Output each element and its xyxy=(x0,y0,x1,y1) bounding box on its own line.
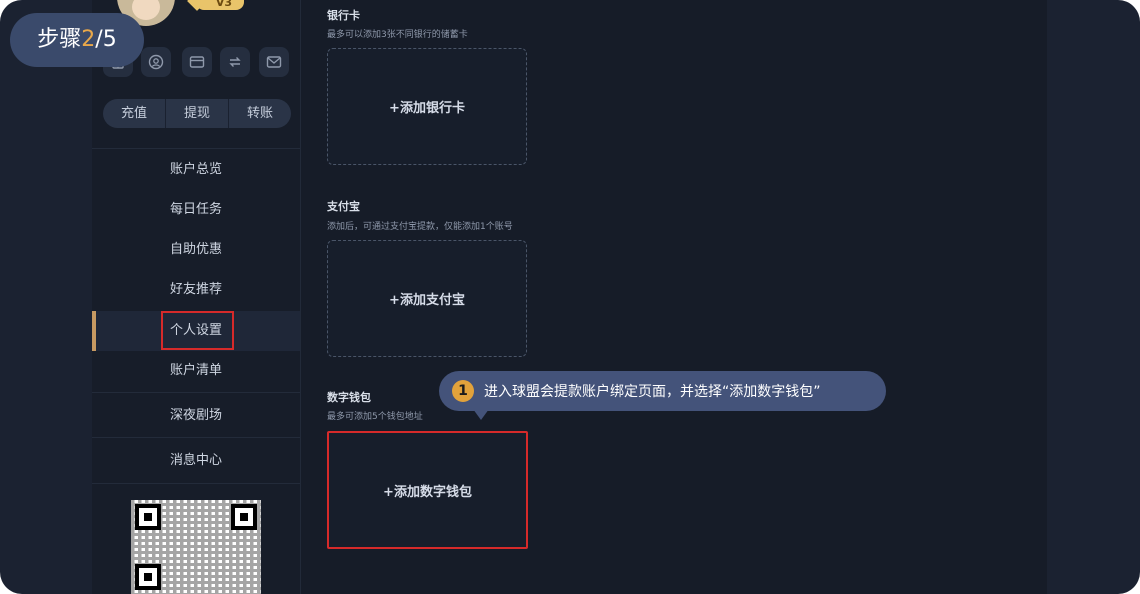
menu-item-referral[interactable]: 好友推荐 xyxy=(92,270,300,310)
vip-level-badge: V3 xyxy=(196,0,244,10)
add-alipay-label: +添加支付宝 xyxy=(389,293,465,308)
menu-item-statement[interactable]: 账户清单 xyxy=(92,351,300,391)
step-current: 2 xyxy=(81,27,96,52)
alipay-section-title: 支付宝 xyxy=(327,200,360,213)
menu-item-theater[interactable]: 深夜剧场 xyxy=(92,396,300,436)
divider xyxy=(92,483,300,484)
bank-section-subtitle: 最多可以添加3张不同银行的储蓄卡 xyxy=(327,30,468,40)
app-frame: V3 充值 提现 转账 账户总览 每日任务 自助优惠 好友推荐 个人设置 账户清… xyxy=(0,0,1140,594)
step-indicator: 步骤2/5 xyxy=(10,13,144,67)
withdraw-button[interactable]: 提现 xyxy=(166,99,229,128)
menu-item-daily-tasks[interactable]: 每日任务 xyxy=(92,190,300,230)
wallet-section-subtitle: 最多可添加5个钱包地址 xyxy=(327,412,423,422)
step-label: 步骤 xyxy=(37,27,82,52)
deposit-button[interactable]: 充值 xyxy=(103,99,166,128)
quick-actions: 充值 提现 转账 xyxy=(103,99,291,128)
active-indicator xyxy=(92,311,96,351)
add-bank-card-label: +添加银行卡 xyxy=(389,101,465,116)
bank-section-title: 银行卡 xyxy=(327,9,360,22)
guide-tooltip: 1 进入球盟会提款账户绑定页面，并选择“添加数字钱包” xyxy=(439,371,886,420)
settings-highlight xyxy=(161,311,234,350)
transfer-button[interactable]: 转账 xyxy=(229,99,291,128)
divider xyxy=(92,392,300,393)
menu-item-promotions[interactable]: 自助优惠 xyxy=(92,230,300,270)
divider xyxy=(92,437,300,438)
user-icon[interactable] xyxy=(141,47,171,77)
add-bank-card-button[interactable]: +添加银行卡 xyxy=(327,48,527,165)
step-total: 5 xyxy=(102,27,117,52)
mail-icon[interactable] xyxy=(259,47,289,77)
card-icon[interactable] xyxy=(182,47,212,77)
add-alipay-button[interactable]: +添加支付宝 xyxy=(327,240,527,357)
add-digital-wallet-button[interactable]: +添加数字钱包 xyxy=(327,431,528,549)
tooltip-text: 进入球盟会提款账户绑定页面，并选择“添加数字钱包” xyxy=(484,384,821,400)
divider xyxy=(92,148,300,149)
menu-item-overview[interactable]: 账户总览 xyxy=(92,150,300,190)
transfer-icon[interactable] xyxy=(220,47,250,77)
step-separator: / xyxy=(95,27,103,52)
qr-code xyxy=(131,500,261,594)
tooltip-pointer xyxy=(473,409,489,420)
menu-item-messages[interactable]: 消息中心 xyxy=(92,441,300,481)
tooltip-step-number: 1 xyxy=(452,380,474,402)
add-digital-wallet-label: +添加数字钱包 xyxy=(383,484,472,500)
wallet-section-title: 数字钱包 xyxy=(327,391,371,404)
alipay-section-subtitle: 添加后，可通过支付宝提款，仅能添加1个账号 xyxy=(327,222,513,232)
